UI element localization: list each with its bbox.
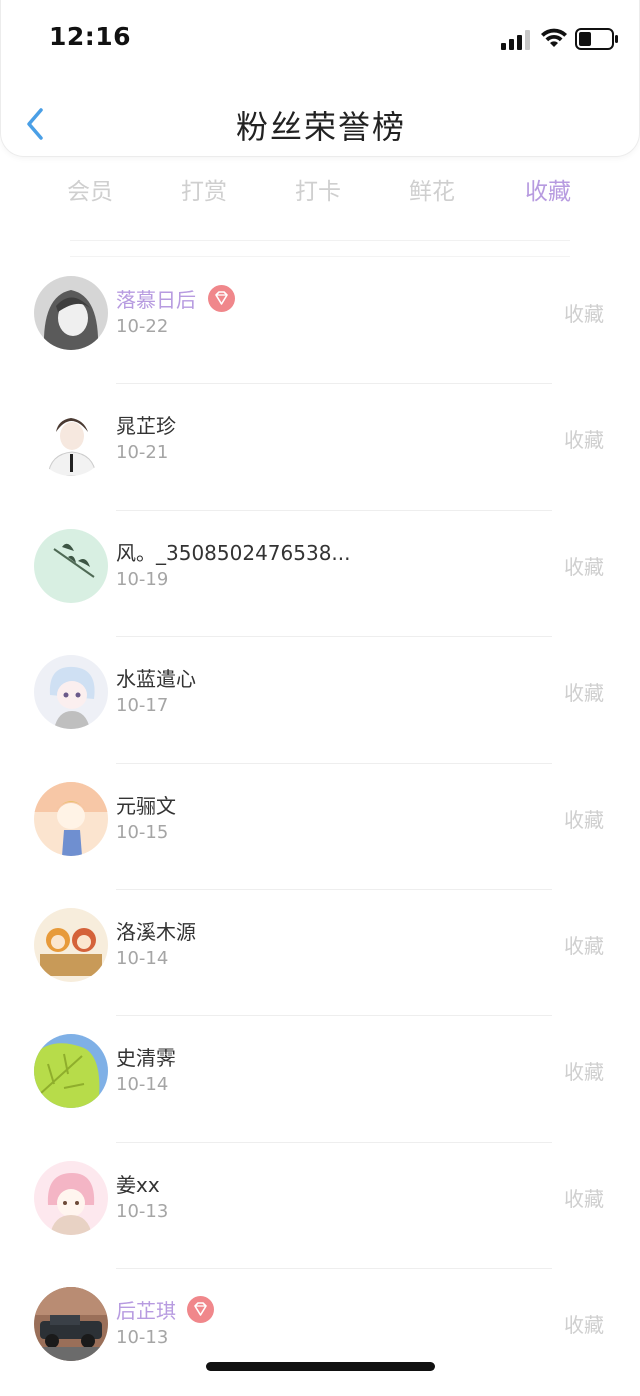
cellular-signal-icon xyxy=(501,30,530,50)
vip-diamond-icon xyxy=(187,1296,214,1324)
fan-list: 落慕日后 10-22 收藏 晁芷珍 10-21 收藏 风。_3508502476… xyxy=(0,258,640,1396)
tab-tips[interactable]: 打赏 xyxy=(154,172,254,206)
list-item[interactable]: 落慕日后 10-22 收藏 xyxy=(0,258,640,385)
wifi-icon xyxy=(541,28,567,47)
tab-bar: 会员 打赏 打卡 鲜花 收藏 xyxy=(0,172,640,212)
status-time: 12:16 xyxy=(49,22,132,51)
tab-checkin[interactable]: 打卡 xyxy=(268,172,368,206)
list-item[interactable]: 风。_3508502476538... 10-19 收藏 xyxy=(0,511,640,638)
favorite-date: 10-13 xyxy=(116,1200,169,1222)
avatar xyxy=(34,402,108,477)
favorite-date: 10-15 xyxy=(116,821,169,843)
action-label: 收藏 xyxy=(564,1186,604,1211)
vip-diamond-icon xyxy=(208,285,235,312)
action-label: 收藏 xyxy=(564,428,604,453)
battery-icon xyxy=(575,28,618,50)
list-item[interactable]: 水蓝遣心 10-17 收藏 xyxy=(0,637,640,764)
header-bar: 12:16 粉丝荣誉榜 xyxy=(0,0,640,157)
action-label: 收藏 xyxy=(564,807,604,832)
list-item[interactable]: 姜xx 10-13 收藏 xyxy=(0,1143,640,1270)
tabs-divider-secondary xyxy=(70,256,570,257)
tab-membership[interactable]: 会员 xyxy=(40,172,140,206)
user-name: 姜xx xyxy=(116,1172,160,1197)
user-name: 落慕日后 xyxy=(116,288,196,312)
favorite-date: 10-14 xyxy=(116,947,169,969)
action-label: 收藏 xyxy=(564,1313,604,1338)
page-title: 粉丝荣誉榜 xyxy=(235,108,406,146)
list-item[interactable]: 元骊文 10-15 收藏 xyxy=(0,764,640,890)
avatar xyxy=(34,781,108,856)
avatar xyxy=(34,1287,108,1362)
favorite-date: 10-14 xyxy=(116,1074,169,1096)
avatar xyxy=(34,655,108,730)
favorite-date: 10-17 xyxy=(116,695,169,717)
list-item[interactable]: 后芷琪 10-13 收藏 xyxy=(0,1269,640,1395)
list-item[interactable]: 史清霁 10-14 收藏 xyxy=(0,1016,640,1143)
favorite-date: 10-13 xyxy=(116,1327,169,1349)
favorite-date: 10-21 xyxy=(116,442,169,464)
list-item[interactable]: 晁芷珍 10-21 收藏 xyxy=(0,384,640,511)
action-label: 收藏 xyxy=(564,933,604,958)
favorite-date: 10-19 xyxy=(116,568,169,590)
avatar xyxy=(34,907,108,982)
user-name: 水蓝遣心 xyxy=(116,667,196,692)
user-name: 晁芷珍 xyxy=(116,414,176,439)
user-name: 风。_3508502476538... xyxy=(116,540,351,565)
action-label: 收藏 xyxy=(564,1060,604,1085)
avatar xyxy=(34,528,108,603)
action-label: 收藏 xyxy=(564,681,604,706)
avatar xyxy=(34,276,108,350)
favorite-date: 10-22 xyxy=(116,316,169,337)
user-name: 元骊文 xyxy=(116,793,176,818)
user-name: 史清霁 xyxy=(116,1046,176,1071)
action-label: 收藏 xyxy=(564,302,604,326)
user-name: 后芷琪 xyxy=(116,1299,176,1324)
tab-favorites[interactable]: 收藏 xyxy=(498,172,598,206)
user-name: 洛溪木源 xyxy=(116,919,196,944)
list-item[interactable]: 洛溪木源 10-14 收藏 xyxy=(0,890,640,1017)
avatar xyxy=(34,1160,108,1235)
home-indicator[interactable] xyxy=(206,1362,435,1371)
avatar xyxy=(34,1034,108,1109)
action-label: 收藏 xyxy=(564,554,604,579)
tab-flowers[interactable]: 鲜花 xyxy=(382,172,482,206)
tabs-divider xyxy=(70,240,570,241)
